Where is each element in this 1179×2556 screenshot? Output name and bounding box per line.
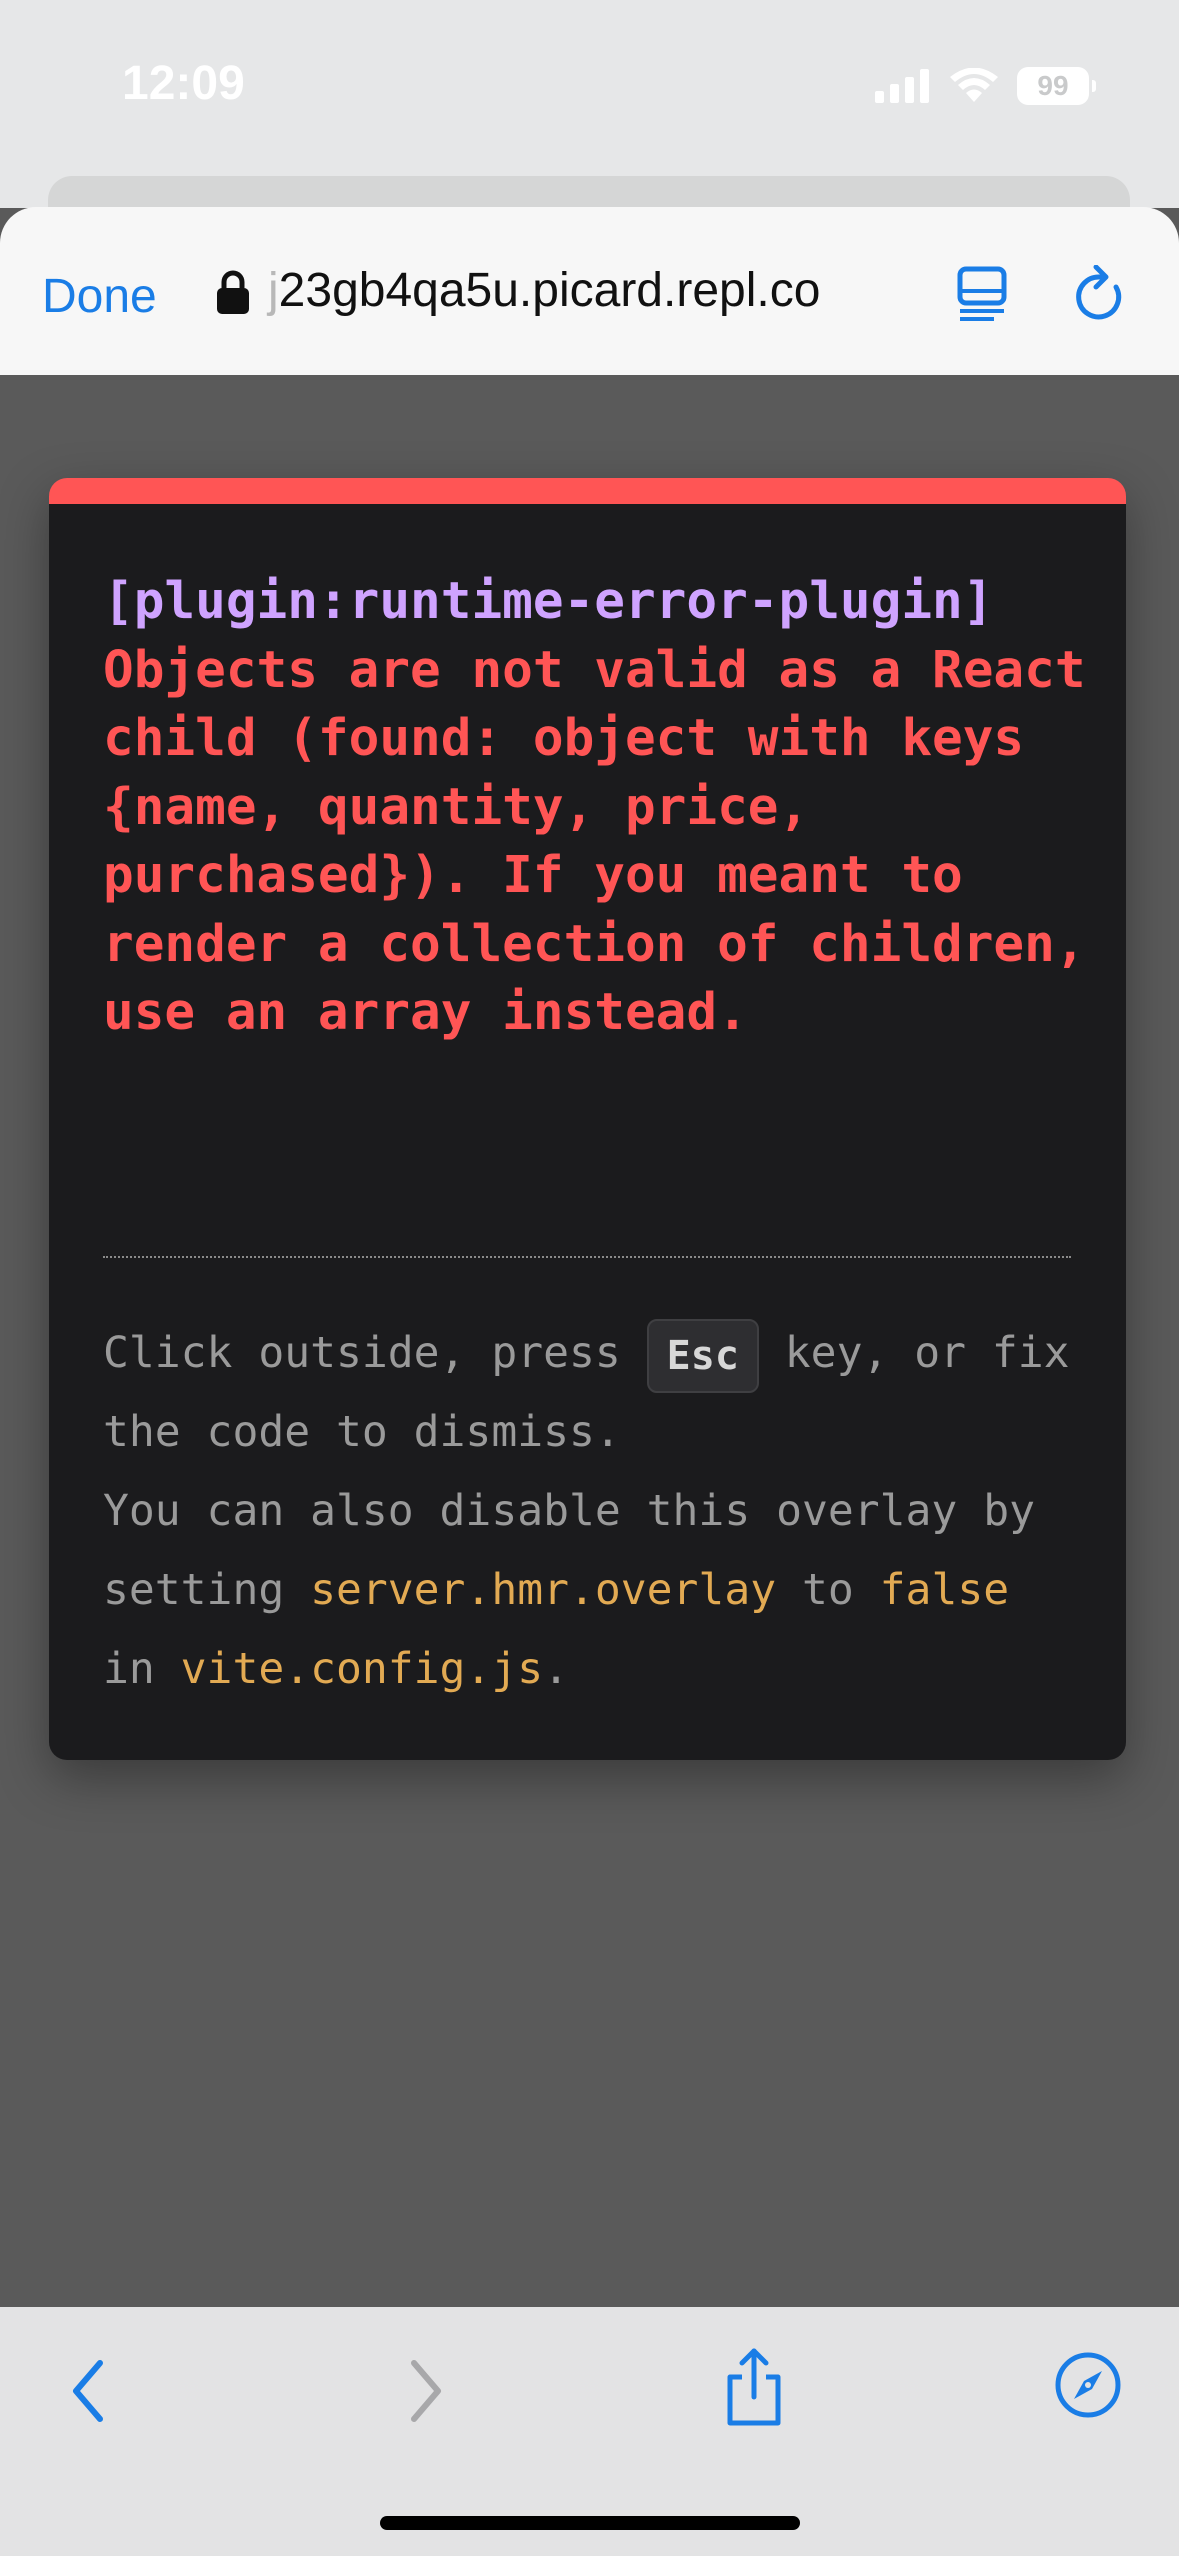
reader-view-icon[interactable] — [956, 265, 1008, 323]
tip-text: to — [776, 1565, 880, 1615]
battery-level: 99 — [1037, 70, 1069, 101]
reload-icon[interactable] — [1072, 265, 1128, 323]
code-snippet: false — [879, 1565, 1010, 1615]
tip-text: . — [543, 1644, 569, 1694]
lock-icon — [217, 270, 249, 314]
battery-icon: 99 — [1017, 67, 1096, 105]
home-indicator — [380, 2516, 800, 2530]
forward-icon[interactable] — [404, 2355, 448, 2427]
plugin-tag: [plugin:runtime-error-plugin] — [103, 572, 994, 631]
url-first-char: j — [268, 264, 279, 317]
divider — [103, 1256, 1071, 1258]
url-host: 23gb4qa5u.picard.repl.co — [278, 264, 821, 317]
signal-icon — [875, 69, 929, 103]
dismiss-tip: Click outside, press Esc key, or fix the… — [103, 1314, 1093, 1709]
url-field[interactable]: j23gb4qa5u.picard.repl.co — [268, 263, 820, 318]
esc-key-badge: Esc — [646, 1318, 759, 1393]
code-snippet: vite.config.js — [180, 1644, 544, 1694]
tip-text: Click outside, press — [103, 1328, 647, 1378]
tip-text: in — [103, 1644, 181, 1694]
browser-header: Done j23gb4qa5u.picard.repl.co — [0, 207, 1179, 375]
done-button[interactable]: Done — [42, 269, 157, 324]
wifi-icon — [950, 68, 998, 102]
status-icons: 99 — [875, 64, 1096, 108]
status-time: 12:09 — [122, 57, 245, 110]
compass-icon[interactable] — [1054, 2351, 1122, 2419]
error-message: Objects are not valid as a React child (… — [103, 640, 1117, 1043]
error-overlay[interactable]: [plugin:runtime-error-plugin] Objects ar… — [49, 478, 1126, 1760]
error-message-block: [plugin:runtime-error-plugin] Objects ar… — [103, 568, 1103, 1048]
share-icon[interactable] — [722, 2347, 786, 2427]
code-snippet: server.hmr.overlay — [310, 1565, 777, 1615]
back-icon[interactable] — [66, 2355, 110, 2427]
